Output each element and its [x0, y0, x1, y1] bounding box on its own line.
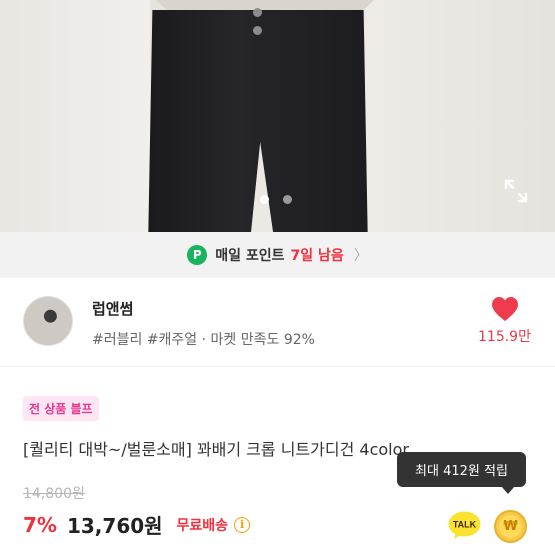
photo-black-pants	[148, 10, 368, 232]
reward-tooltip-text: 최대 412원 적립	[415, 464, 508, 479]
shop-info[interactable]: 럽앤썸 #러블리 #캐주얼 · 마켓 만족도 92% 115.9만	[0, 278, 555, 366]
price-row: 7% 13,760원 무료배송 i	[23, 510, 251, 539]
info-icon[interactable]: i	[234, 516, 251, 533]
daily-point-label: 매일 포인트	[215, 248, 285, 264]
product-title: [퀄리티 대박~/벌룬소매] 꽈배기 크롭 니트가디건 4color	[23, 440, 409, 459]
won-symbol: ₩	[499, 515, 522, 538]
photo-pants-button	[253, 26, 262, 35]
sale-price: 13,760원	[66, 514, 163, 538]
image-pagination	[260, 195, 292, 204]
product-image[interactable]	[0, 0, 555, 232]
free-shipping-label: 무료배송	[176, 517, 229, 534]
shop-avatar[interactable]	[23, 296, 73, 346]
original-price: 14,800원	[23, 486, 85, 502]
daily-point-remaining: 7일 남음	[290, 248, 344, 264]
photo-pants-button	[253, 8, 262, 17]
reward-tooltip: 최대 412원 적립	[397, 452, 526, 494]
promo-badge: 전 상품 블프	[23, 396, 99, 421]
photo-background-left	[0, 0, 150, 232]
talk-label: TALK	[453, 520, 477, 530]
pagination-dot[interactable]	[283, 195, 292, 204]
reward-coin-icon[interactable]: ₩	[494, 510, 527, 543]
tooltip-arrow	[501, 486, 515, 494]
shop-name[interactable]: 럽앤썸	[92, 298, 133, 319]
like-count: 115.9만	[478, 329, 531, 345]
pagination-dot-active[interactable]	[260, 195, 269, 204]
talk-chat-icon[interactable]: TALK	[448, 511, 481, 540]
expand-icon[interactable]	[503, 178, 529, 204]
discount-rate: 7%	[23, 512, 57, 537]
shop-tags: #러블리 #캐주얼 · 마켓 만족도 92%	[92, 332, 315, 348]
chevron-right-icon: 〉	[353, 248, 368, 264]
heart-icon[interactable]	[491, 296, 519, 322]
section-divider	[0, 366, 555, 367]
daily-point-banner[interactable]: P 매일 포인트 7일 남음 〉	[0, 232, 555, 278]
point-icon: P	[187, 245, 208, 265]
